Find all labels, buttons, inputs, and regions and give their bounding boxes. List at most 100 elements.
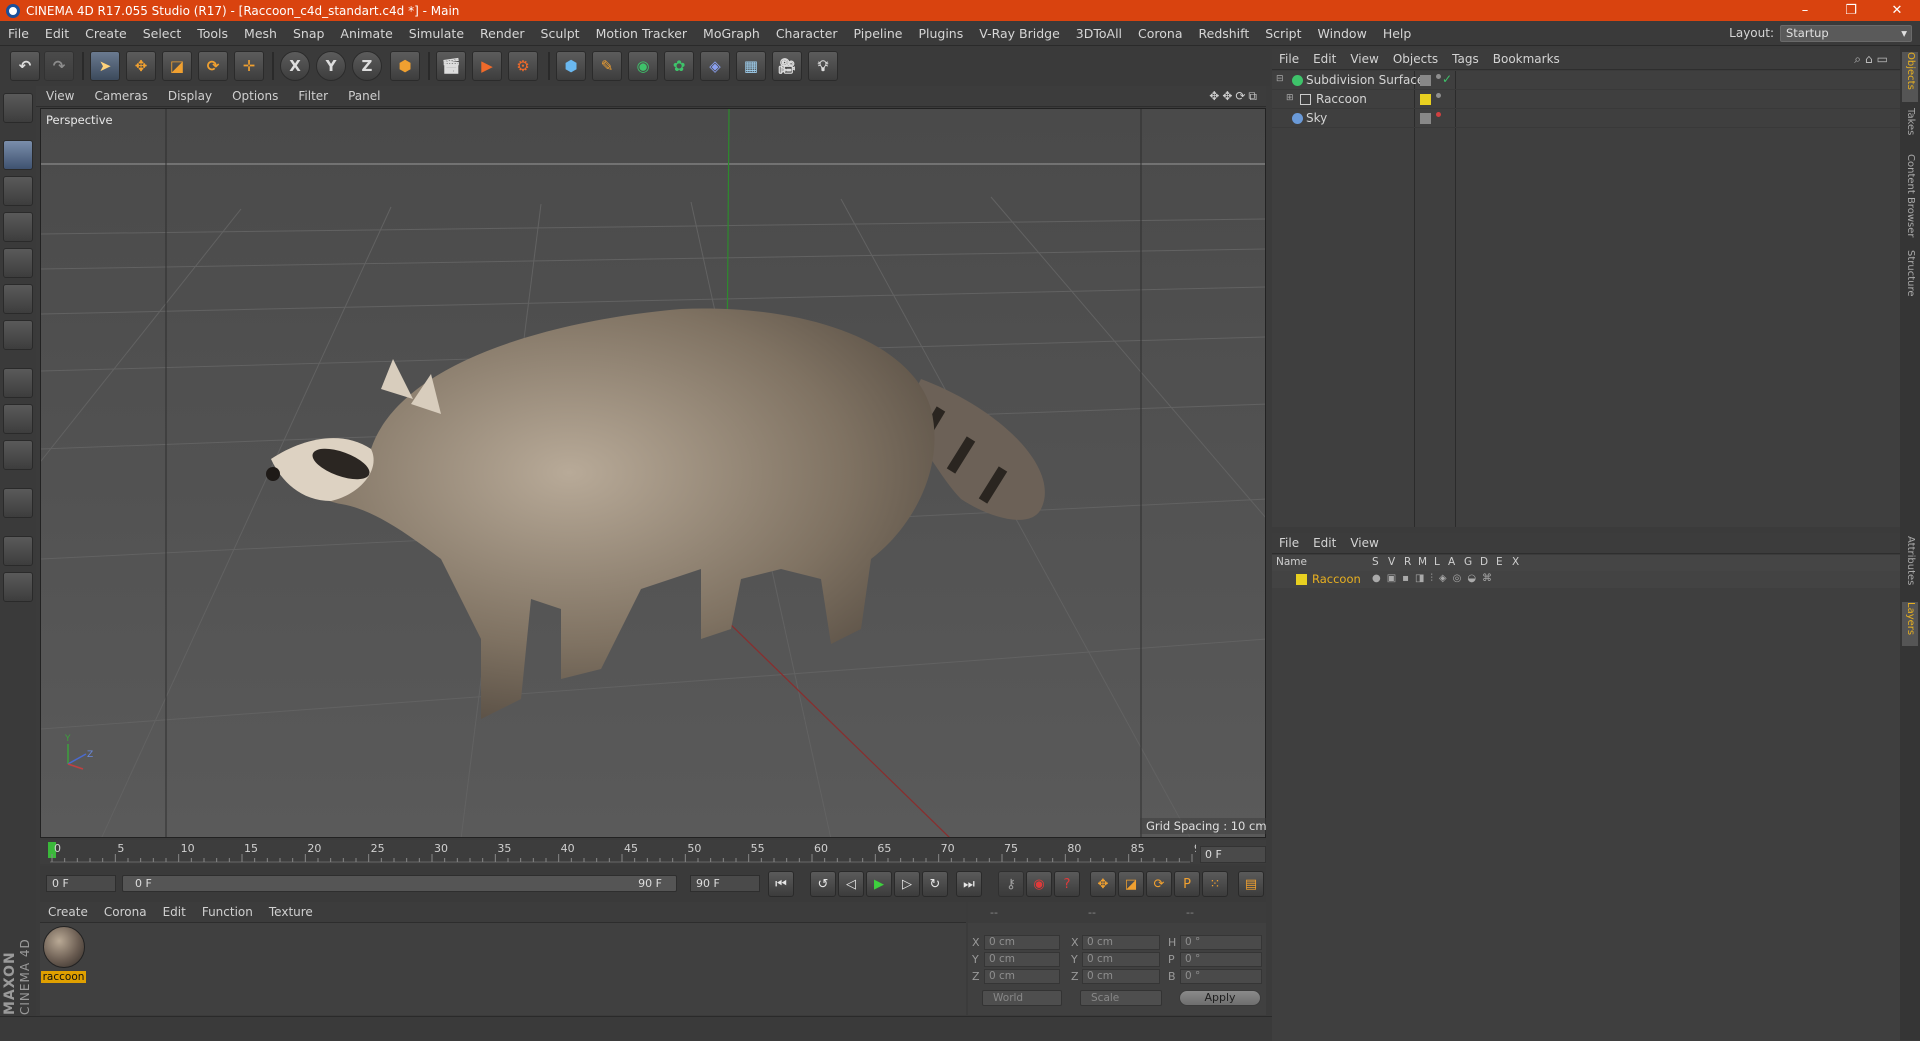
current-frame-field[interactable]: 0 F: [1200, 846, 1266, 863]
menu-vray-bridge[interactable]: V-Ray Bridge: [971, 26, 1068, 41]
deformer-button[interactable]: ◈: [700, 51, 730, 81]
render-settings-button[interactable]: ⚙: [508, 51, 538, 81]
viewport-menu-filter[interactable]: Filter: [288, 89, 338, 103]
floor-button[interactable]: ▦: [736, 51, 766, 81]
editor-visibility-icon[interactable]: [1420, 113, 1431, 124]
planar-workplane-button[interactable]: [3, 572, 33, 602]
previous-key-button[interactable]: ↺: [810, 871, 836, 897]
object-menu-tags[interactable]: Tags: [1445, 52, 1486, 66]
material-menu-corona[interactable]: Corona: [96, 905, 155, 919]
render-picture-viewer-button[interactable]: ▶: [472, 51, 502, 81]
menu-script[interactable]: Script: [1257, 26, 1309, 41]
menu-window[interactable]: Window: [1310, 26, 1375, 41]
timeline-window-button[interactable]: ▤: [1238, 871, 1264, 897]
object-menu-bookmarks[interactable]: Bookmarks: [1486, 52, 1567, 66]
frame-range-slider[interactable]: 0 F 90 F: [122, 875, 677, 892]
home-icon[interactable]: ⌂: [1865, 52, 1877, 66]
subdivision-button[interactable]: ◉: [628, 51, 658, 81]
size-x-field[interactable]: 0 cm: [1082, 935, 1160, 950]
object-menu-objects[interactable]: Objects: [1386, 52, 1445, 66]
undo-button[interactable]: ↶: [10, 51, 40, 81]
layer-color-swatch[interactable]: [1296, 574, 1307, 585]
size-z-field[interactable]: 0 cm: [1082, 969, 1160, 984]
next-frame-button[interactable]: ▷: [894, 871, 920, 897]
texture-mode-button[interactable]: [3, 176, 33, 206]
z-axis-button[interactable]: Z: [352, 51, 382, 81]
object-row[interactable]: ⊟ Subdivision Surface ✓: [1272, 71, 1900, 90]
key-parameter-button[interactable]: P: [1174, 871, 1200, 897]
menu-select[interactable]: Select: [135, 26, 190, 41]
snapping-button[interactable]: [3, 440, 33, 470]
menu-help[interactable]: Help: [1375, 26, 1420, 41]
material-menu-texture[interactable]: Texture: [261, 905, 321, 919]
previous-frame-button[interactable]: ◁: [838, 871, 864, 897]
layer-color-tag[interactable]: [1420, 94, 1431, 105]
key-rotation-button[interactable]: ⟳: [1146, 871, 1172, 897]
editor-visibility-icon[interactable]: [1420, 75, 1431, 86]
spline-pen-button[interactable]: ✎: [592, 51, 622, 81]
record-keys-button[interactable]: ⚷: [998, 871, 1024, 897]
menu-simulate[interactable]: Simulate: [401, 26, 472, 41]
menu-pipeline[interactable]: Pipeline: [846, 26, 911, 41]
material-manager-area[interactable]: [40, 923, 966, 1015]
layer-row[interactable]: Raccoon ●▣▪◨⫶◈◎◒⌘: [1272, 571, 1900, 588]
go-to-end-button[interactable]: ⏭: [956, 871, 982, 897]
material-menu-create[interactable]: Create: [40, 905, 96, 919]
material-name-label[interactable]: raccoon: [41, 971, 86, 983]
viewport-nav-icons[interactable]: ✥✥⟳⧉: [1209, 89, 1260, 104]
make-editable-button[interactable]: [3, 93, 33, 123]
light-button[interactable]: 💡︎: [808, 51, 838, 81]
coord-mode-select[interactable]: Scale: [1080, 990, 1162, 1006]
keyframe-selection-button[interactable]: ?: [1054, 871, 1080, 897]
live-select-button[interactable]: ✛: [234, 51, 264, 81]
autokeying-button[interactable]: ◉: [1026, 871, 1052, 897]
rotate-tool-button[interactable]: ⟳: [198, 51, 228, 81]
key-position-button[interactable]: ✥: [1090, 871, 1116, 897]
material-menu-function[interactable]: Function: [194, 905, 261, 919]
menu-sculpt[interactable]: Sculpt: [533, 26, 588, 41]
move-tool-button[interactable]: ✥: [126, 51, 156, 81]
polygons-mode-button[interactable]: [3, 320, 33, 350]
cube-object-button[interactable]: ⬢: [556, 51, 586, 81]
play-button[interactable]: ▶: [866, 871, 892, 897]
rotation-h-field[interactable]: 0 °: [1180, 935, 1262, 950]
object-menu-file[interactable]: File: [1272, 52, 1306, 66]
y-axis-button[interactable]: Y: [316, 51, 346, 81]
raccoon-material-preview[interactable]: [43, 926, 85, 968]
menu-mesh[interactable]: Mesh: [236, 26, 285, 41]
next-key-button[interactable]: ↻: [922, 871, 948, 897]
edges-mode-button[interactable]: [3, 284, 33, 314]
layer-menu-file[interactable]: File: [1272, 536, 1306, 550]
menu-3dtoall[interactable]: 3DToAll: [1068, 26, 1130, 41]
lock-workplane-button[interactable]: [3, 536, 33, 566]
layer-flags-icons[interactable]: ●▣▪◨⫶◈◎◒⌘: [1372, 573, 1498, 584]
perspective-viewport[interactable]: Y Z: [40, 108, 1266, 838]
menu-mograph[interactable]: MoGraph: [695, 26, 768, 41]
render-view-button[interactable]: 🎬︎: [436, 51, 466, 81]
position-z-field[interactable]: 0 cm: [984, 969, 1060, 984]
menu-render[interactable]: Render: [472, 26, 533, 41]
close-button[interactable]: ✕: [1874, 3, 1920, 18]
menu-corona[interactable]: Corona: [1130, 26, 1190, 41]
viewport-menu-panel[interactable]: Panel: [338, 89, 390, 103]
tab-takes[interactable]: Takes: [1902, 108, 1918, 148]
scale-tool-button[interactable]: ◪: [162, 51, 192, 81]
position-x-field[interactable]: 0 cm: [984, 935, 1060, 950]
layout-select[interactable]: Startup: [1780, 24, 1912, 42]
visibility-dot[interactable]: [1436, 93, 1441, 98]
menu-motion-tracker[interactable]: Motion Tracker: [588, 26, 695, 41]
layer-menu-edit[interactable]: Edit: [1306, 536, 1343, 550]
object-menu-view[interactable]: View: [1343, 52, 1385, 66]
tab-objects[interactable]: Objects: [1902, 52, 1918, 102]
viewport-menu-options[interactable]: Options: [222, 89, 288, 103]
magnet-button[interactable]: [3, 488, 33, 518]
key-pla-button[interactable]: ⁙: [1202, 871, 1228, 897]
end-frame-field[interactable]: 90 F: [690, 875, 760, 892]
menu-file[interactable]: File: [0, 26, 37, 41]
viewport-menu-display[interactable]: Display: [158, 89, 222, 103]
rotation-b-field[interactable]: 0 °: [1180, 969, 1262, 984]
start-frame-field[interactable]: 0 F: [46, 875, 116, 892]
object-row[interactable]: Sky: [1272, 109, 1900, 128]
x-axis-button[interactable]: X: [280, 51, 310, 81]
object-row[interactable]: ⊞ Raccoon: [1272, 90, 1900, 109]
